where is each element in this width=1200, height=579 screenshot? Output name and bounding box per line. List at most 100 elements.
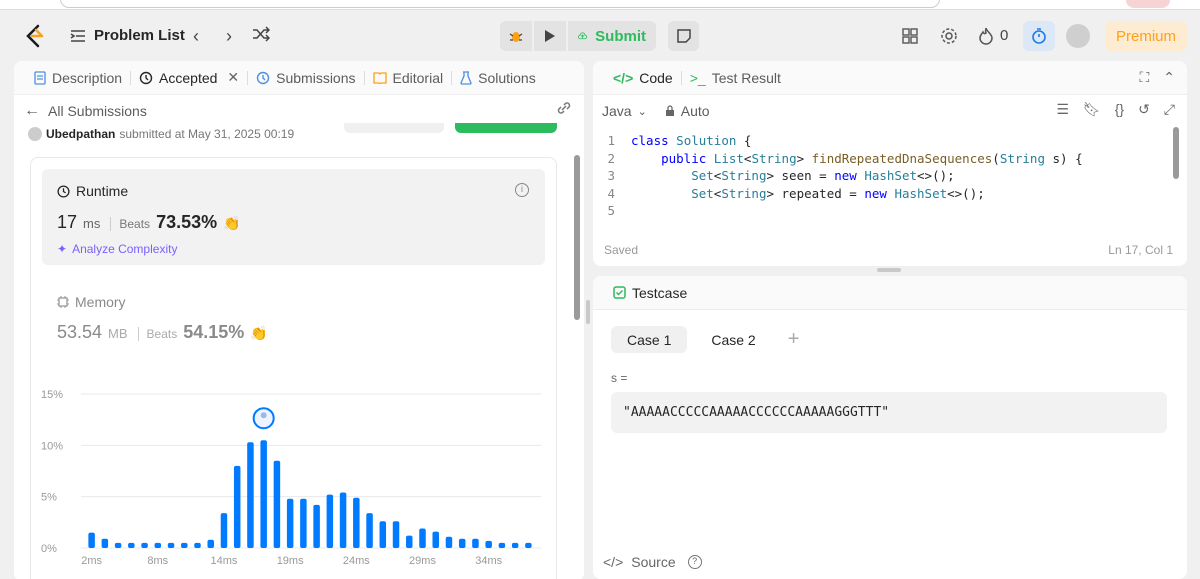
code-editor[interactable]: 1 class Solution { 2 public List<String> … <box>593 133 1173 221</box>
prev-problem-button[interactable]: ‹ <box>185 25 207 47</box>
chart-bar[interactable] <box>220 513 228 548</box>
arrow-left-icon: ← <box>24 102 40 119</box>
vertical-resize-handle[interactable] <box>586 300 590 324</box>
chart-bar[interactable] <box>379 521 387 548</box>
memory-title[interactable]: Memory <box>57 294 126 310</box>
tab-accepted[interactable]: Accepted ✕ <box>131 61 247 95</box>
horizontal-resize-handle[interactable] <box>877 268 901 272</box>
chart-bar[interactable] <box>498 542 506 548</box>
code-button[interactable] <box>344 123 444 133</box>
premium-button[interactable]: Premium <box>1105 21 1187 51</box>
tab-test-result[interactable]: >_ Test Result <box>682 61 789 95</box>
solution-button[interactable] <box>455 123 557 133</box>
clock-icon <box>57 184 70 198</box>
chart-bar[interactable] <box>88 532 95 548</box>
code-tabbar: </> Code >_ Test Result <box>593 61 1187 95</box>
tab-code[interactable]: </> Code <box>605 61 681 95</box>
chart-bar[interactable] <box>286 498 294 548</box>
settings-button[interactable] <box>939 26 959 46</box>
chart-bar[interactable] <box>167 542 175 548</box>
code-icon: </> <box>603 554 624 570</box>
browser-profile[interactable] <box>1126 0 1170 8</box>
case-1-tab[interactable]: Case 1 <box>611 326 688 353</box>
chart-bar[interactable] <box>260 440 267 548</box>
browser-bar <box>0 0 1200 10</box>
problem-list-button[interactable]: Problem List <box>70 27 185 44</box>
chart-bar[interactable] <box>485 540 492 548</box>
memory-value: 53.54 MB Beats 54.15% 👏 <box>57 322 268 343</box>
submitter-name[interactable]: Ubedpathan <box>46 127 115 141</box>
braces-icon[interactable]: {} <box>1115 101 1124 118</box>
chart-bar[interactable] <box>300 498 307 548</box>
chart-bar[interactable] <box>114 542 122 548</box>
chart-bar[interactable] <box>432 531 439 548</box>
chart-bar[interactable] <box>181 542 188 548</box>
chart-bar[interactable] <box>525 542 532 548</box>
chart-bar[interactable] <box>339 492 347 548</box>
chart-bar[interactable] <box>366 513 373 548</box>
case-2-tab[interactable]: Case 2 <box>695 326 771 353</box>
chart-bar[interactable] <box>419 528 426 548</box>
tab-editorial[interactable]: Editorial <box>365 61 452 95</box>
user-avatar[interactable] <box>1066 24 1090 48</box>
layout-button[interactable] <box>900 26 920 46</box>
language-select[interactable]: Java ⌄ <box>602 103 647 119</box>
tab-testcase[interactable]: Testcase <box>605 276 695 310</box>
chart-bar[interactable] <box>128 542 135 548</box>
tab-description[interactable]: Description <box>26 61 130 95</box>
chart-bar[interactable] <box>313 504 320 548</box>
chart-bar[interactable] <box>154 542 162 548</box>
reset-icon[interactable]: ↺ <box>1138 101 1150 118</box>
close-tab-icon[interactable]: ✕ <box>227 69 239 86</box>
chart-bar[interactable] <box>445 536 453 548</box>
chart-bar[interactable] <box>207 539 214 548</box>
shuffle-button[interactable] <box>250 25 272 47</box>
chart-bar[interactable] <box>273 460 281 548</box>
language-label: Java <box>602 103 632 119</box>
source-button[interactable]: </> Source ? <box>603 554 702 570</box>
share-link-button[interactable] <box>556 101 572 118</box>
format-icon[interactable]: ☰ <box>1056 101 1069 118</box>
variable-value-input[interactable]: "AAAAACCCCCAAAAACCCCCCAAAAAGGGTTT" <box>611 392 1167 433</box>
chart-bar[interactable] <box>472 538 479 548</box>
next-problem-button[interactable]: › <box>218 25 240 47</box>
scrollbar-thumb[interactable] <box>574 155 580 320</box>
fullscreen-icon[interactable]: ⤢ <box>1164 101 1175 118</box>
tab-solutions[interactable]: Solutions <box>452 61 544 95</box>
all-submissions-link[interactable]: ← All Submissions <box>14 97 584 125</box>
submit-label: Submit <box>595 27 646 45</box>
bookmark-icon[interactable]: 🔖︎ <box>1083 101 1101 118</box>
collapse-icon[interactable]: ⌃ <box>1163 69 1175 86</box>
runtime-box[interactable]: Runtime i 17 ms Beats 73.53% 👏 ✦ Analyze… <box>42 169 545 265</box>
tab-submissions[interactable]: Submissions <box>248 61 363 95</box>
url-bar[interactable] <box>60 0 940 8</box>
chart-bar[interactable] <box>247 442 254 548</box>
notes-button[interactable] <box>668 21 699 51</box>
run-button[interactable] <box>534 21 566 51</box>
help-icon[interactable]: ? <box>687 555 702 569</box>
chart-bar[interactable] <box>392 521 400 548</box>
streak-button[interactable] <box>976 26 996 46</box>
analyze-complexity-button[interactable]: ✦ Analyze Complexity <box>57 242 177 256</box>
chart-bar[interactable] <box>406 535 413 548</box>
leetcode-logo-icon[interactable] <box>24 24 46 48</box>
runtime-distribution-chart[interactable]: 15% 10% 5% 0% 2ms 8ms 14ms 19ms 24ms 29ms 34ms <box>41 378 551 578</box>
debug-button[interactable] <box>500 21 532 51</box>
chart-bar[interactable] <box>353 497 360 548</box>
your-submission-marker[interactable] <box>252 407 275 430</box>
info-icon[interactable]: i <box>515 183 529 197</box>
left-scrollbar[interactable] <box>573 130 581 579</box>
submit-button[interactable]: Submit <box>568 21 656 51</box>
chart-bar[interactable] <box>511 542 519 548</box>
timer-button[interactable] <box>1023 21 1055 51</box>
chart-bar[interactable] <box>458 538 466 548</box>
add-case-icon[interactable]: + <box>780 328 800 351</box>
chart-bar[interactable] <box>326 494 334 548</box>
chart-bar[interactable] <box>101 538 109 548</box>
auto-toggle[interactable]: Auto <box>665 103 710 119</box>
code-scrollbar[interactable] <box>1173 127 1179 179</box>
chart-bar[interactable] <box>233 465 241 548</box>
chart-bar[interactable] <box>194 542 201 548</box>
maximize-icon[interactable]: ⛶ <box>1139 69 1149 86</box>
chart-bar[interactable] <box>141 542 148 548</box>
